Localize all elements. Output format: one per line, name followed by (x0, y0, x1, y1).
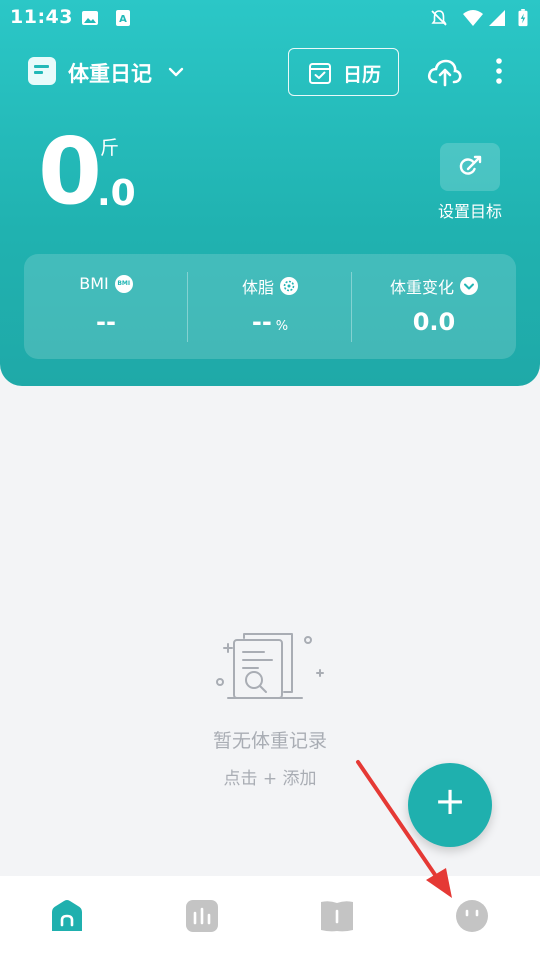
bmi-label: BMI (79, 274, 109, 293)
signal-icon (489, 10, 505, 26)
stats-icon[interactable] (184, 898, 220, 934)
bottom-nav (0, 876, 540, 960)
more-vert-icon[interactable] (488, 56, 510, 88)
bmi-info-icon: BMI (114, 274, 133, 293)
add-icon: + (434, 779, 466, 823)
image-icon (82, 11, 98, 25)
diary-logo-icon (28, 57, 56, 85)
bmi-value: -- (96, 308, 116, 336)
keyboard-a-icon: A (116, 10, 130, 26)
set-goal-button[interactable] (440, 143, 500, 191)
weight-value: 0 (38, 118, 103, 225)
stats-card: BMI BMI -- 体脂 --% 体重变化 0.0 (24, 254, 516, 359)
weight-decimal: .0 (97, 173, 136, 214)
header-panel: 11:43 A 体重日记 日历 0 斤 .0 设置目标 BMI BMI -- 体… (0, 0, 540, 386)
status-bar: 11:43 A (0, 0, 540, 36)
notebook-icon[interactable] (319, 898, 355, 934)
title-bar: 体重日记 日历 (0, 46, 540, 98)
calendar-button[interactable]: 日历 (288, 48, 399, 96)
weight-unit: 斤 (100, 137, 120, 159)
chevron-down-icon[interactable] (166, 62, 186, 82)
weight-change-value: 0.0 (412, 308, 456, 336)
cloud-upload-icon[interactable] (426, 56, 462, 88)
goal-target-icon (459, 155, 482, 175)
notifications-off-icon (431, 10, 447, 26)
bmi-stat[interactable]: BMI BMI -- (24, 254, 188, 359)
calendar-icon (309, 63, 331, 84)
body-fat-unit: % (275, 319, 289, 334)
body-fat-stat[interactable]: 体脂 --% (188, 254, 352, 359)
weight-change-label: 体重变化 (389, 278, 454, 297)
body-fat-value-row: --% (188, 308, 352, 336)
weight-change-stat[interactable]: 体重变化 0.0 (352, 254, 516, 359)
app-title[interactable]: 体重日记 (68, 58, 152, 88)
set-goal-label[interactable]: 设置目标 (420, 198, 520, 222)
body-fat-value: -- (251, 308, 272, 336)
home-icon[interactable] (49, 898, 85, 934)
status-time: 11:43 (10, 6, 73, 28)
empty-records-icon (216, 633, 324, 699)
svg-text:A: A (119, 14, 127, 25)
battery-charging-icon (518, 9, 528, 27)
calendar-label: 日历 (343, 64, 382, 86)
body-fat-label: 体脂 (241, 278, 274, 297)
body-fat-info-icon (280, 277, 298, 295)
profile-icon[interactable] (454, 898, 490, 934)
wifi-icon (463, 10, 483, 26)
chevron-down-circle-icon (460, 277, 478, 295)
empty-state-title: 暂无体重记录 (212, 730, 327, 752)
add-record-button[interactable]: + (408, 763, 492, 847)
